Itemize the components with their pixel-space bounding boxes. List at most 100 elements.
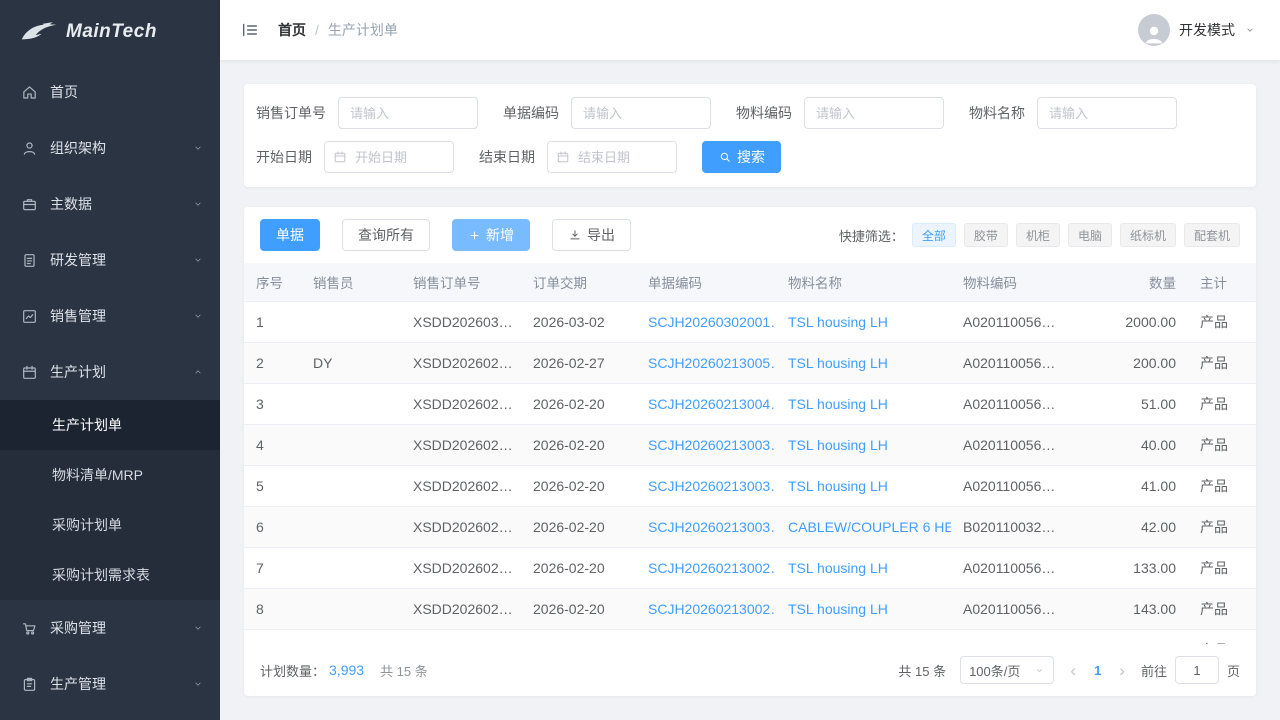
cell-material-name: TSL housing LH (776, 588, 951, 629)
doc-no-link[interactable]: SCJH20260213003… (648, 437, 776, 453)
cell-qty: 143.00 (1071, 588, 1188, 629)
doc-no-link[interactable]: SCJH20260213002… (648, 601, 776, 617)
filter-label: 销售订单号 (256, 103, 326, 123)
cell-sales-order-no: XSDD202602… (401, 588, 521, 629)
chevron-down-icon[interactable] (1244, 24, 1256, 36)
material-name-link[interactable]: TSL housing LH (788, 478, 888, 494)
cell-seq: 2 (244, 342, 301, 383)
sidebar-item-sales-management[interactable]: 销售管理 (0, 288, 220, 344)
home-icon (21, 84, 38, 101)
material-name-link[interactable]: TSL housing LH (788, 355, 888, 371)
cell-material-code: A020110056… (951, 424, 1071, 465)
avatar[interactable] (1138, 14, 1170, 46)
doc-no-link[interactable]: SCJH20260302001… (648, 314, 776, 330)
table-row[interactable]: 2DYXSDD202602…2026-02-27SCJH20260213005…… (244, 342, 1256, 383)
doc-no-link[interactable]: SCJH20260213003… (648, 478, 776, 494)
sales-order-no-input[interactable] (338, 97, 478, 129)
doc-no-link[interactable]: SCJH20260213005… (648, 355, 776, 371)
topbar-user: 开发模式 (1138, 14, 1256, 46)
chevron-down-icon (192, 622, 204, 634)
table-row[interactable]: 1XSDD202603…2026-03-02SCJH20260302001…TS… (244, 301, 1256, 342)
table-row[interactable]: 9XSDD202602…2026-02-20SCJH20260213002…CA… (244, 629, 1256, 644)
filter-field-material-code: 物料编码 (736, 97, 944, 129)
export-button[interactable]: 导出 (552, 219, 631, 251)
end-date-input[interactable] (547, 141, 677, 173)
column-header: 物料编码 (951, 263, 1071, 301)
sidebar-item-production-plan[interactable]: 生产计划 (0, 344, 220, 400)
filter-field-doc-code: 单据编码 (503, 97, 711, 129)
sidebar-item-production-plan-order[interactable]: 生产计划单 (0, 400, 220, 450)
query-all-button[interactable]: 查询所有 (342, 219, 430, 251)
calendar-icon (21, 364, 38, 381)
logo[interactable]: MainTech (0, 0, 220, 64)
table-row[interactable]: 3XSDD202602…2026-02-20SCJH20260213004…TS… (244, 383, 1256, 424)
search-button[interactable]: 搜索 (702, 141, 781, 173)
user-icon (21, 140, 38, 157)
table-footer: 计划数量： 3,993 共 15 条 共 15 条 100条/页 ‹ 1 › (244, 644, 1256, 696)
material-name-link[interactable]: CABLEW/COUPLER 6 HE (788, 519, 951, 535)
add-button[interactable]: 新增 (452, 219, 530, 251)
doc-button[interactable]: 单据 (260, 219, 320, 251)
table-scroll-area[interactable]: 序号销售员销售订单号订单交期单据编码物料名称物料编码数量主计 1XSDD2026… (244, 263, 1256, 644)
cell-sales-order-no: XSDD202602… (401, 465, 521, 506)
sidebar-item-production-management[interactable]: 生产管理 (0, 656, 220, 712)
content: 销售订单号单据编码物料编码物料名称 开始日期结束日期 搜索 单据 查询所有 (220, 60, 1280, 720)
material-name-link[interactable]: TSL housing LH (788, 560, 888, 576)
sidebar-item-rd-management[interactable]: 研发管理 (0, 232, 220, 288)
start-date-input[interactable] (324, 141, 454, 173)
table-row[interactable]: 4XSDD202602…2026-02-20SCJH20260213003…TS… (244, 424, 1256, 465)
current-page[interactable]: 1 (1092, 663, 1103, 678)
toolbar-buttons: 单据 查询所有 新增 导出 (260, 219, 631, 251)
filter-field-material-name: 物料名称 (969, 97, 1177, 129)
collapse-menu-icon[interactable] (240, 20, 260, 40)
sidebar-item-home[interactable]: 首页 (0, 64, 220, 120)
sidebar-item-purchase-plan-demand[interactable]: 采购计划需求表 (0, 550, 220, 600)
material-name-link[interactable]: TSL housing LH (788, 601, 888, 617)
material-name-link[interactable]: TSL housing LH (788, 437, 888, 453)
sidebar-item-org-structure[interactable]: 组织架构 (0, 120, 220, 176)
quick-filter-tag[interactable]: 纸标机 (1120, 223, 1176, 247)
quick-filter-tag[interactable]: 全部 (912, 223, 956, 247)
prev-page-button[interactable]: ‹ (1068, 662, 1078, 679)
quick-filter-tag[interactable]: 胶带 (964, 223, 1008, 247)
next-page-button[interactable]: › (1117, 662, 1127, 679)
cell-material-code: A020110056… (951, 465, 1071, 506)
table-row[interactable]: 7XSDD202602…2026-02-20SCJH20260213002…TS… (244, 547, 1256, 588)
quick-filter-tag[interactable]: 配套机 (1184, 223, 1240, 247)
doc-no-link[interactable]: SCJH20260213003… (648, 519, 776, 535)
quick-filter-tag[interactable]: 机柜 (1016, 223, 1060, 247)
cell-type: 产品 (1188, 629, 1256, 644)
add-button-label: 新增 (486, 228, 514, 242)
date-picker (547, 141, 677, 173)
sidebar: MainTech 首页组织架构主数据研发管理销售管理生产计划生产计划单物料清单/… (0, 0, 220, 720)
user-mode-label[interactable]: 开发模式 (1179, 20, 1235, 40)
sidebar-item-purchase-plan-order[interactable]: 采购计划单 (0, 500, 220, 550)
cell-doc-no: SCJH20260213003… (636, 465, 776, 506)
material-name-link[interactable]: TSL housing LH (788, 396, 888, 412)
table-row[interactable]: 5XSDD202602…2026-02-20SCJH20260213003…TS… (244, 465, 1256, 506)
material-code-input[interactable] (804, 97, 944, 129)
sidebar-item-bom-mrp[interactable]: 物料清单/MRP (0, 450, 220, 500)
sidebar-item-purchase-management[interactable]: 采购管理 (0, 600, 220, 656)
table-row[interactable]: 6XSDD202602…2026-02-20SCJH20260213003…CA… (244, 506, 1256, 547)
doc-code-input[interactable] (571, 97, 711, 129)
material-name-input[interactable] (1037, 97, 1177, 129)
goto-page-input[interactable] (1175, 656, 1219, 684)
material-name-link[interactable]: TSL housing LH (788, 314, 888, 330)
cell-doc-no: SCJH20260213005… (636, 342, 776, 383)
sidebar-item-label: 采购管理 (50, 618, 180, 638)
page-size-select[interactable]: 100条/页 (960, 656, 1054, 684)
quick-filter-tag[interactable]: 电脑 (1068, 223, 1112, 247)
cell-qty: 2000.00 (1071, 301, 1188, 342)
plan-table: 序号销售员销售订单号订单交期单据编码物料名称物料编码数量主计 1XSDD2026… (244, 263, 1256, 644)
cell-due-date: 2026-02-20 (521, 383, 636, 424)
doc-no-link[interactable]: SCJH20260213004… (648, 396, 776, 412)
table-row[interactable]: 8XSDD202602…2026-02-20SCJH20260213002…TS… (244, 588, 1256, 629)
cell-material-code: A020110056… (951, 342, 1071, 383)
sidebar-item-master-data[interactable]: 主数据 (0, 176, 220, 232)
doc-no-link[interactable]: SCJH20260213002… (648, 560, 776, 576)
cell-qty: 200.00 (1071, 342, 1188, 383)
breadcrumb: 首页 / 生产计划单 (278, 20, 398, 40)
breadcrumb-home[interactable]: 首页 (278, 20, 306, 40)
cell-material-code: A020110056… (951, 547, 1071, 588)
